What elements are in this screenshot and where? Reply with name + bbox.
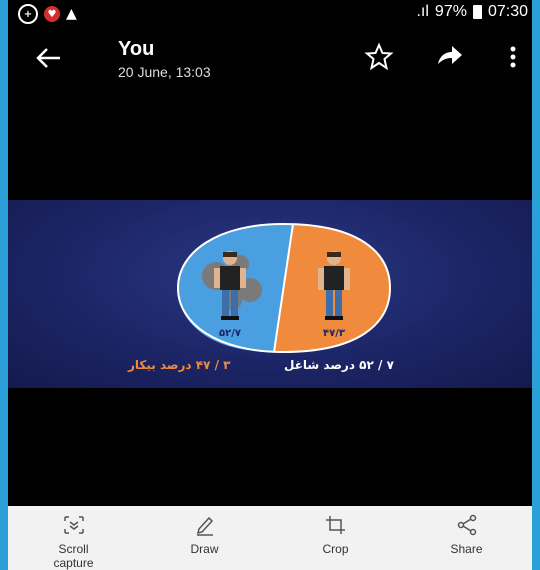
clock: 07:30 <box>487 3 528 20</box>
sender-name: You <box>118 38 155 60</box>
forward-icon[interactable] <box>434 42 464 72</box>
back-arrow-icon[interactable] <box>30 40 66 76</box>
phone-screen: + ♥ ▲ .ıl 97% 07:30 You 20 June, 13:03 ۵… <box>8 0 532 570</box>
more-options-icon[interactable] <box>498 42 528 72</box>
caption-employed: ۷ / ۵۲ درصد شاغل <box>284 358 394 372</box>
infographic-pie: ۵۲/۷ ۴۷/۳ <box>176 222 392 354</box>
warning-icon: ▲ <box>66 6 77 22</box>
app-notification-icon: ♥ <box>44 6 60 22</box>
caption-unemployed: ۳ / ۴۷ درصد بیکار <box>128 358 231 372</box>
bottom-toolbar: Scroll capture Draw Crop Share <box>8 506 532 570</box>
share-icon <box>457 514 476 536</box>
battery-icon <box>472 5 482 19</box>
app-bar: You 20 June, 13:03 <box>8 30 532 86</box>
crop-icon <box>325 516 345 534</box>
pen-icon <box>196 516 213 536</box>
scroll-capture-label: Scroll capture <box>53 542 94 570</box>
scroll-capture-button[interactable]: Scroll capture <box>8 506 139 570</box>
crop-button[interactable]: Crop <box>270 506 401 570</box>
shared-image[interactable]: ۵۲/۷ ۴۷/۳ ۷ / ۵۲ درصد شاغل ۳ / ۴۷ درصد ب… <box>8 200 532 388</box>
message-date: 20 June, 13:03 <box>118 64 211 80</box>
vpn-icon: + <box>18 4 38 24</box>
pie-label-left: ۵۲/۷ <box>219 328 241 339</box>
draw-button[interactable]: Draw <box>139 506 270 570</box>
scroll-capture-icon <box>63 516 84 534</box>
status-bar: + ♥ ▲ .ıl 97% 07:30 <box>8 0 532 26</box>
share-label: Share <box>450 542 483 556</box>
draw-label: Draw <box>190 542 219 556</box>
crop-label: Crop <box>322 542 349 556</box>
pie-label-right: ۴۷/۳ <box>323 328 345 339</box>
star-icon[interactable] <box>364 42 394 72</box>
signal-icon: .ıl <box>416 3 429 20</box>
share-button[interactable]: Share <box>401 506 532 570</box>
battery-percent: 97% <box>434 3 467 20</box>
